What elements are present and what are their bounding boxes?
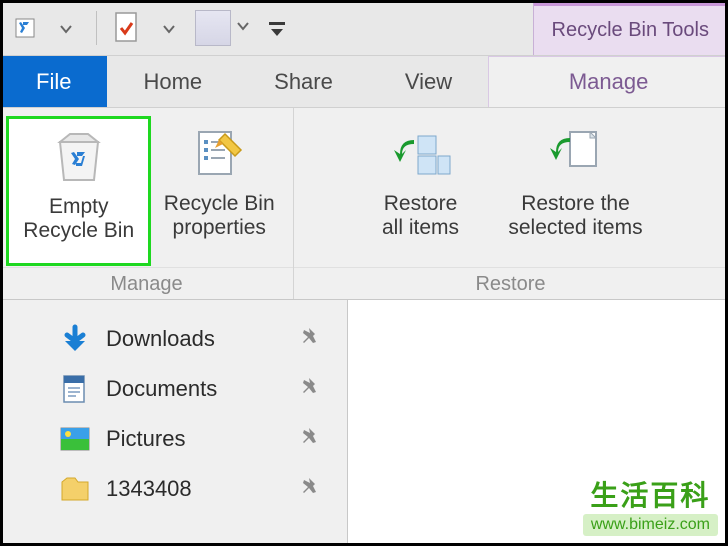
file-list-pane[interactable]: 生活百科 www.bimeiz.com <box>348 300 728 546</box>
content-area: Downloads Documents Pictures <box>0 300 728 546</box>
properties-icon <box>191 122 247 186</box>
qat-customize-icon[interactable] <box>267 16 287 40</box>
watermark-url: www.bimeiz.com <box>583 514 718 536</box>
restore-selected-button[interactable]: Restore the selected items <box>486 116 666 266</box>
restore-selected-label: Restore the selected items <box>508 192 642 240</box>
ribbon-group-restore: Restore all items Restore the selected i… <box>294 108 728 299</box>
folder-icon <box>56 475 94 503</box>
nav-item-label: 1343408 <box>106 476 192 502</box>
nav-item-folder[interactable]: 1343408 <box>56 464 347 514</box>
pin-icon[interactable] <box>301 375 323 403</box>
document-icon <box>56 373 94 405</box>
tab-home[interactable]: Home <box>107 56 238 107</box>
qat-newitem-dropdown[interactable] <box>195 10 231 46</box>
ribbon-tabbar: File Home Share View Manage <box>0 56 728 108</box>
qat-caret-2[interactable] <box>163 13 175 43</box>
restore-all-icon <box>390 122 452 186</box>
contextual-tab-header: Recycle Bin Tools <box>533 0 728 55</box>
qat-separator <box>96 11 97 45</box>
recyclebin-properties-button[interactable]: Recycle Bin properties <box>151 116 287 266</box>
empty-recyclebin-button[interactable]: Empty Recycle Bin <box>6 116 151 266</box>
watermark-title: 生活百科 <box>583 474 718 514</box>
watermark: 生活百科 www.bimeiz.com <box>583 474 718 536</box>
tab-home-label: Home <box>143 69 202 95</box>
tab-manage[interactable]: Manage <box>488 56 728 107</box>
tab-share[interactable]: Share <box>238 56 369 107</box>
ribbon-group-manage: Empty Recycle Bin Rec <box>0 108 294 299</box>
restore-all-label: Restore all items <box>382 192 459 240</box>
nav-item-label: Downloads <box>106 326 215 352</box>
tab-view[interactable]: View <box>369 56 488 107</box>
ribbon-group-restore-label: Restore <box>294 267 727 299</box>
qat-newitem-caret[interactable] <box>237 10 249 45</box>
restore-all-button[interactable]: Restore all items <box>356 116 486 266</box>
download-icon <box>56 323 94 355</box>
tab-file-label: File <box>36 69 71 95</box>
recyclebin-icon <box>48 125 110 189</box>
recyclebin-properties-label: Recycle Bin properties <box>164 192 275 240</box>
quick-access-toolbar: Recycle Bin Tools <box>0 0 728 56</box>
tab-file[interactable]: File <box>0 56 107 107</box>
restore-selected-icon <box>548 122 604 186</box>
navigation-pane: Downloads Documents Pictures <box>0 300 348 546</box>
pin-icon[interactable] <box>301 425 323 453</box>
nav-item-label: Documents <box>106 376 217 402</box>
nav-item-pictures[interactable]: Pictures <box>56 414 347 464</box>
qat-recyclebin-icon[interactable] <box>10 13 40 43</box>
tab-manage-label: Manage <box>569 69 649 95</box>
ribbon: Empty Recycle Bin Rec <box>0 108 728 300</box>
nav-item-downloads[interactable]: Downloads <box>56 314 347 364</box>
nav-item-documents[interactable]: Documents <box>56 364 347 414</box>
tab-view-label: View <box>405 69 452 95</box>
pin-icon[interactable] <box>301 475 323 503</box>
nav-item-label: Pictures <box>106 426 185 452</box>
contextual-tab-label: Recycle Bin Tools <box>552 19 709 42</box>
empty-recyclebin-label: Empty Recycle Bin <box>23 195 134 243</box>
qat-caret-1[interactable] <box>60 13 72 43</box>
tab-share-label: Share <box>274 69 333 95</box>
pin-icon[interactable] <box>301 325 323 353</box>
qat-properties-icon[interactable] <box>111 10 143 46</box>
pictures-icon <box>56 425 94 453</box>
ribbon-group-manage-label: Manage <box>0 267 293 299</box>
